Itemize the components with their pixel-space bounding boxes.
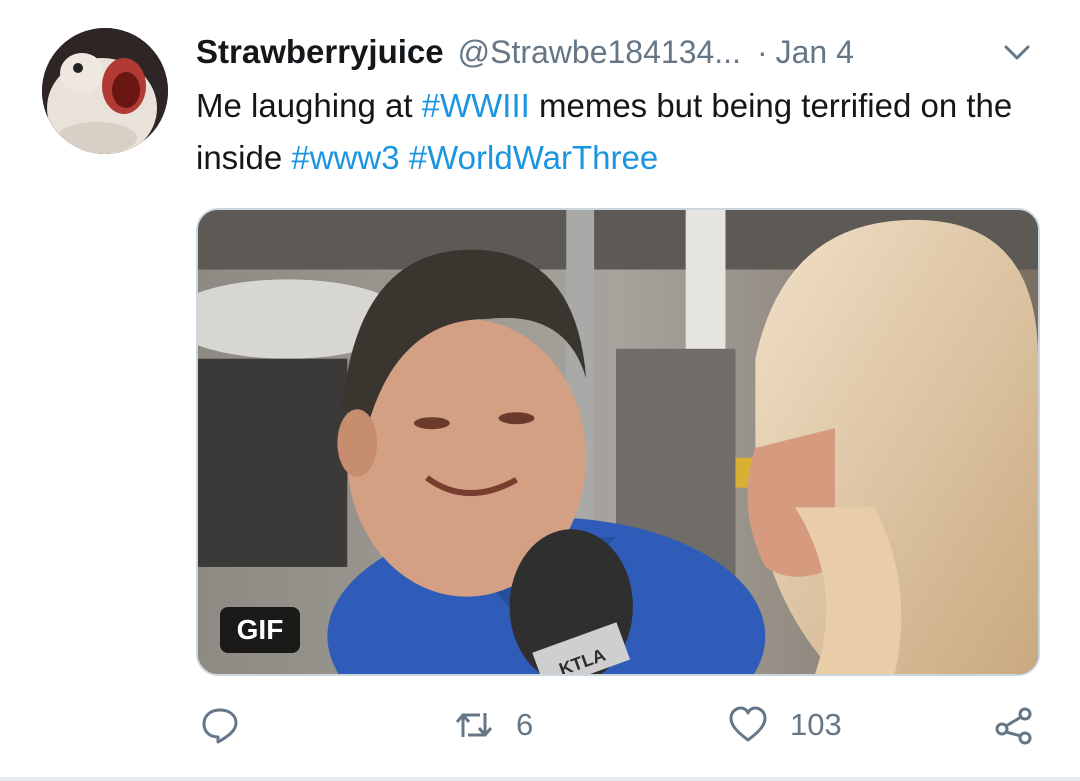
- retweet-icon: [455, 713, 493, 737]
- retweet-button[interactable]: 6: [454, 700, 533, 750]
- display-name[interactable]: Strawberryjuice: [196, 33, 444, 71]
- hashtag-link[interactable]: #www3: [291, 139, 399, 176]
- tweet-date[interactable]: Jan 4: [776, 34, 854, 71]
- like-count: 103: [790, 707, 842, 742]
- heart-icon: [729, 706, 767, 742]
- hashtag-link[interactable]: #WWIII: [422, 87, 530, 124]
- share-icon: [995, 707, 1032, 745]
- separator-dot: ·: [756, 33, 768, 70]
- hashtag-link[interactable]: #WorldWarThree: [409, 139, 658, 176]
- reply-button[interactable]: [200, 700, 240, 750]
- tweet-actions: 6 103: [196, 700, 1040, 750]
- gif-badge: GIF: [220, 607, 300, 653]
- gif-media[interactable]: KTLA GIF: [196, 208, 1040, 676]
- chevron-down-icon[interactable]: [1002, 40, 1032, 64]
- reply-icon: [202, 708, 238, 744]
- like-button[interactable]: 103: [728, 700, 842, 750]
- retweet-count: 6: [516, 707, 534, 742]
- avatar[interactable]: [42, 28, 168, 154]
- tweet-text-part: Me laughing at: [196, 87, 422, 124]
- share-button[interactable]: [994, 700, 1034, 750]
- tweet-divider: [0, 777, 1080, 781]
- gif-frame-image: KTLA: [198, 210, 1038, 674]
- tweet-text: Me laughing at #WWIII memes but being te…: [196, 80, 1056, 184]
- tweet-header: Strawberryjuice @Strawbe184134... · Jan …: [196, 28, 1050, 76]
- tweet[interactable]: Strawberryjuice @Strawbe184134... · Jan …: [0, 0, 1080, 781]
- user-handle[interactable]: @Strawbe184134...: [458, 34, 741, 71]
